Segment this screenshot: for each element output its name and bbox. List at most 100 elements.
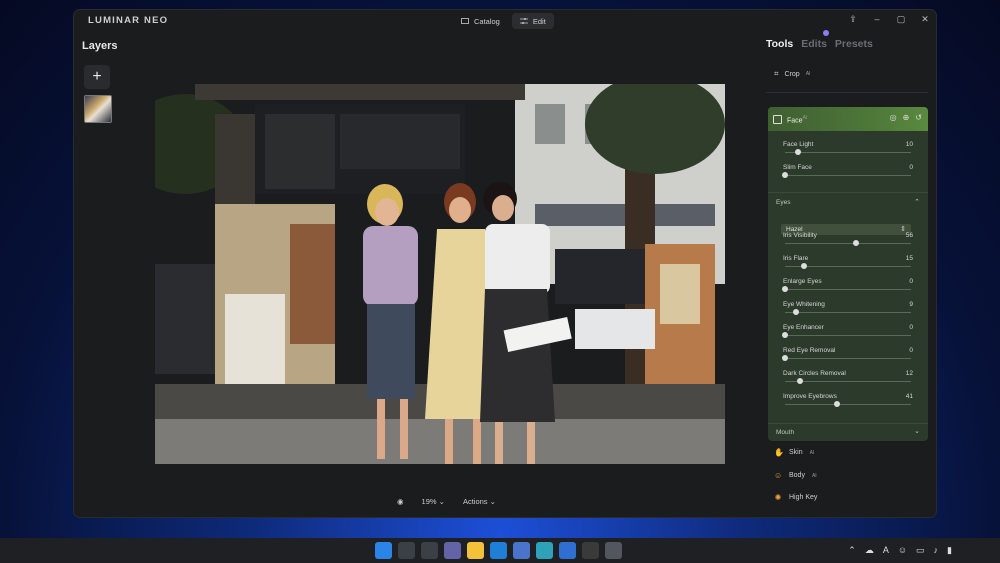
slider-track bbox=[785, 243, 911, 244]
actions-label: Actions bbox=[462, 497, 488, 506]
panel-tabs: Tools Edits Presets bbox=[766, 38, 873, 50]
slider-value: 56 bbox=[905, 232, 913, 239]
search-icon[interactable] bbox=[398, 542, 415, 559]
tab-tools[interactable]: Tools bbox=[766, 38, 793, 50]
zoom-control[interactable]: 19% ⌄ bbox=[422, 497, 445, 506]
chevron-down-icon[interactable]: ⌄ bbox=[914, 427, 920, 435]
volume-icon[interactable]: ♪ bbox=[934, 545, 939, 556]
add-layer-button[interactable]: + bbox=[84, 65, 110, 89]
slider-track bbox=[785, 404, 911, 405]
luminar-taskbar-icon[interactable] bbox=[605, 542, 622, 559]
store-icon[interactable] bbox=[513, 542, 530, 559]
os-taskbar: ⌃ ☁ A ☺ ▭ ♪ ▮ bbox=[0, 538, 1000, 563]
tab-edits[interactable]: Edits bbox=[801, 38, 827, 50]
slider-knob[interactable] bbox=[782, 286, 788, 292]
mouth-section-label[interactable]: Mouth bbox=[776, 429, 794, 436]
slider-knob[interactable] bbox=[833, 401, 840, 407]
app-logo: LUMINAR NEO bbox=[88, 15, 169, 26]
reset-icon[interactable]: ↺ bbox=[915, 113, 922, 122]
body-label: Body bbox=[789, 472, 805, 479]
slider-value: 9 bbox=[909, 301, 913, 308]
skin-icon: ✋ bbox=[774, 448, 784, 457]
file-explorer-icon[interactable] bbox=[467, 542, 484, 559]
divider bbox=[766, 92, 928, 93]
slider-knob[interactable] bbox=[782, 332, 788, 338]
edits-badge bbox=[823, 30, 829, 36]
slider-knob[interactable] bbox=[794, 149, 801, 155]
tab-catalog-label: Catalog bbox=[474, 16, 500, 26]
tool-body[interactable]: ☺ Body AI bbox=[774, 471, 817, 480]
app-window: LUMINAR NEO Catalog Edit ⇪ – ▢ ✕ Layers … bbox=[74, 10, 936, 517]
slider-track bbox=[785, 381, 911, 382]
layer-thumbnail[interactable] bbox=[84, 95, 112, 123]
zoom-value: 19% bbox=[421, 497, 437, 506]
display-icon[interactable]: ▭ bbox=[916, 545, 925, 556]
slider-value: 10 bbox=[905, 141, 913, 148]
face-header-controls: ◎ ⊕ ↺ bbox=[890, 113, 922, 122]
slider-label: Eye Enhancer bbox=[783, 324, 824, 331]
canvas-bottom-bar: ◉ 19% ⌄ Actions ⌄ bbox=[397, 497, 496, 506]
slider-knob[interactable] bbox=[800, 263, 807, 269]
tab-presets[interactable]: Presets bbox=[835, 38, 873, 50]
slider-knob[interactable] bbox=[782, 172, 788, 178]
slider-value: 41 bbox=[905, 393, 913, 400]
edge-icon[interactable] bbox=[536, 542, 553, 559]
slider-track bbox=[785, 175, 911, 176]
high-key-label: High Key bbox=[789, 494, 818, 501]
slider-label: Enlarge Eyes bbox=[783, 278, 822, 285]
slider-value: 0 bbox=[909, 278, 913, 285]
slider-value: 15 bbox=[905, 255, 913, 262]
photo-canvas[interactable] bbox=[155, 84, 725, 464]
top-nav: Catalog Edit bbox=[453, 13, 554, 29]
face-icon bbox=[773, 115, 782, 124]
tools-panel: Tools Edits Presets ⌗ Crop AI FaceAI ◎ ⊕ … bbox=[766, 10, 936, 517]
slider-label: Red Eye Removal bbox=[783, 347, 836, 354]
slider-value: 0 bbox=[909, 347, 913, 354]
preset-icon[interactable]: ⊕ bbox=[903, 113, 910, 122]
actions-menu[interactable]: Actions ⌄ bbox=[463, 497, 496, 506]
chevron-up-icon[interactable]: ⌃ bbox=[848, 545, 856, 556]
tool-high-key[interactable]: ✺ High Key bbox=[774, 493, 818, 502]
task-view-icon[interactable] bbox=[421, 542, 438, 559]
layers-title: Layers bbox=[82, 40, 118, 52]
tab-catalog[interactable]: Catalog bbox=[453, 13, 508, 29]
visibility-icon[interactable]: ◎ bbox=[890, 113, 897, 122]
mail-icon[interactable] bbox=[490, 542, 507, 559]
slider-track bbox=[785, 312, 911, 313]
teams-icon[interactable] bbox=[444, 542, 461, 559]
calendar-icon[interactable] bbox=[559, 542, 576, 559]
emoji-icon[interactable]: ☺ bbox=[898, 545, 907, 556]
start-icon[interactable] bbox=[375, 542, 392, 559]
chevron-up-icon[interactable]: ⌃ bbox=[914, 198, 920, 206]
tab-edit-label: Edit bbox=[532, 16, 546, 26]
slider-track bbox=[785, 335, 911, 336]
tab-edit[interactable]: Edit bbox=[511, 13, 554, 29]
language-icon[interactable]: A bbox=[883, 545, 889, 556]
system-tray: ⌃ ☁ A ☺ ▭ ♪ ▮ bbox=[848, 545, 952, 556]
slider-track bbox=[785, 358, 911, 359]
eye-icon[interactable]: ◉ bbox=[397, 497, 404, 506]
slider-value: 12 bbox=[905, 370, 913, 377]
slider-value: 0 bbox=[909, 164, 913, 171]
terminal-icon[interactable] bbox=[582, 542, 599, 559]
slider-knob[interactable] bbox=[852, 240, 859, 246]
eyes-section-label[interactable]: Eyes bbox=[776, 199, 790, 206]
section-divider bbox=[768, 423, 928, 424]
cloud-icon[interactable]: ☁ bbox=[865, 545, 874, 556]
face-label: FaceAI bbox=[787, 115, 808, 125]
slider-knob[interactable] bbox=[797, 378, 804, 384]
skin-label: Skin bbox=[789, 449, 803, 456]
face-tool-header[interactable]: FaceAI ◎ ⊕ ↺ bbox=[768, 107, 928, 131]
slider-label: Iris Flare bbox=[783, 255, 809, 262]
tool-crop[interactable]: ⌗ Crop AI bbox=[774, 69, 810, 79]
slider-knob[interactable] bbox=[793, 309, 800, 315]
slider-label: Improve Eyebrows bbox=[783, 393, 837, 400]
slider-label: Dark Circles Removal bbox=[783, 370, 846, 377]
tool-skin[interactable]: ✋ Skin AI bbox=[774, 448, 814, 457]
high-key-icon: ✺ bbox=[774, 493, 782, 502]
face-tool-card: FaceAI ◎ ⊕ ↺ Face Light 10 Slim Face 0 E… bbox=[768, 107, 928, 441]
battery-icon[interactable]: ▮ bbox=[947, 545, 952, 556]
slider-knob[interactable] bbox=[782, 355, 788, 361]
crop-label: Crop bbox=[784, 70, 800, 78]
crop-icon: ⌗ bbox=[774, 69, 779, 78]
